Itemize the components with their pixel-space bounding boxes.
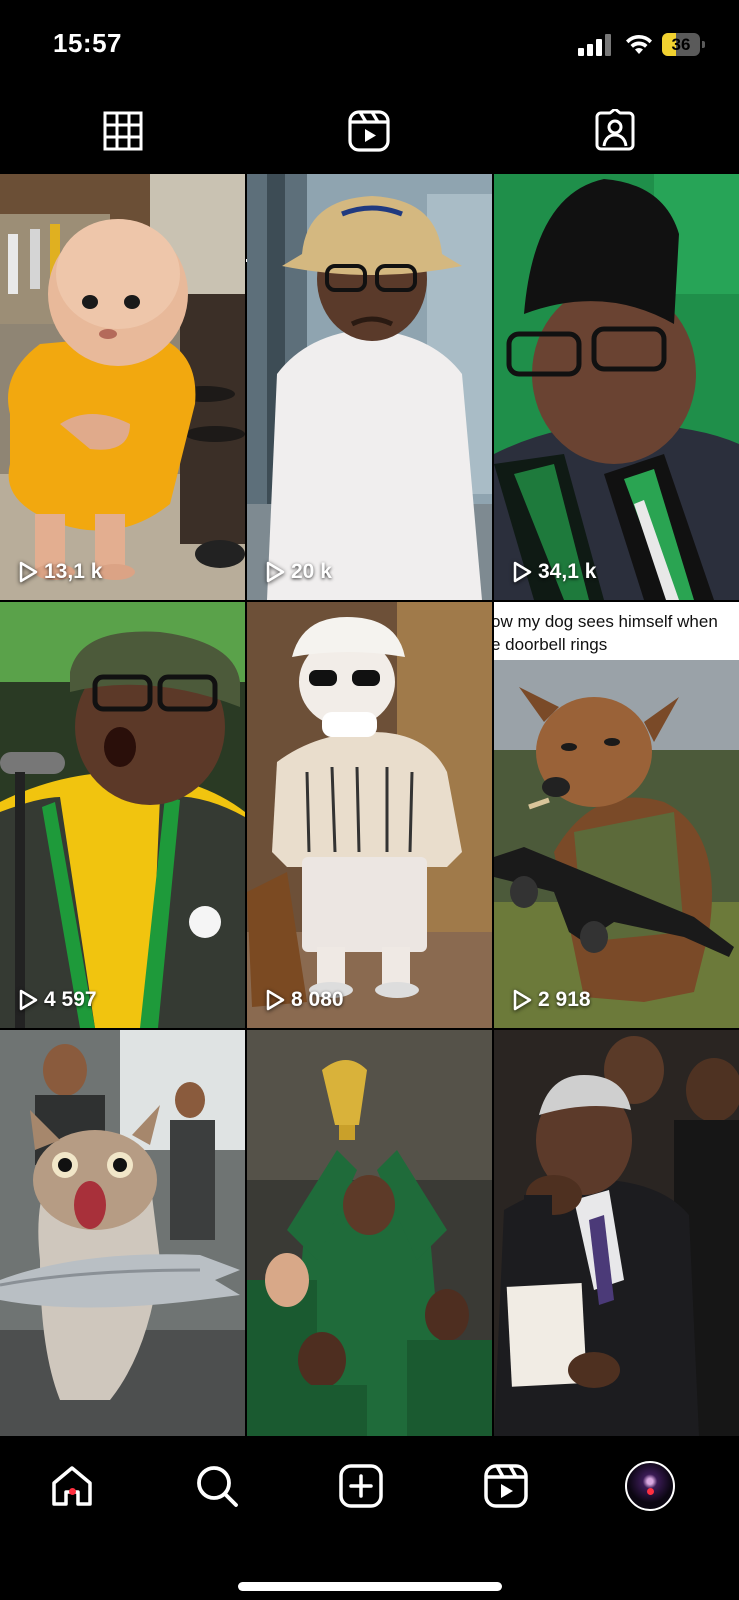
reel-image [494,1030,739,1436]
view-count-text: 4 597 [44,988,97,1011]
reel-image [247,602,492,1028]
reel-image [0,174,245,600]
view-count: 20 k [265,560,332,584]
wifi-icon [626,34,652,54]
grid-icon [103,111,143,151]
play-icon [266,989,285,1011]
view-count-text: 8 080 [291,988,344,1011]
view-count-text: 20 k [291,560,332,583]
play-icon [513,561,532,583]
reels-grid: 13,1 k 20 k 34,1 k 4 597 8 080 ow my dog… [0,174,739,1436]
view-count-text: 2 918 [538,988,591,1011]
nav-home[interactable] [42,1456,102,1516]
reel-image [494,174,739,600]
view-count: 13,1 k [18,560,102,584]
view-count: 8 080 [265,988,344,1012]
nav-search[interactable] [187,1456,247,1516]
reel-thumbnail[interactable]: ow my dog sees himself when e doorbell r… [494,602,739,1028]
notification-dot [69,1488,76,1495]
play-icon [19,561,38,583]
reel-thumbnail[interactable]: 8 080 [247,602,492,1028]
reel-thumbnail[interactable]: 20 k [247,174,492,600]
reel-image [0,1030,245,1436]
tab-tagged[interactable] [492,92,738,170]
reel-thumbnail[interactable] [494,1030,739,1436]
reel-thumbnail[interactable]: 13,1 k [0,174,245,600]
reels-icon [348,110,390,152]
search-icon [197,1466,238,1507]
notification-dot [647,1488,654,1495]
nav-reels[interactable] [476,1456,536,1516]
reels-icon [484,1464,528,1508]
nav-create[interactable] [331,1456,391,1516]
view-count-text: 13,1 k [44,560,103,583]
view-count: 34,1 k [512,560,596,584]
reel-image [247,1030,492,1436]
play-icon [266,561,285,583]
tagged-person-icon [595,109,635,151]
tab-reels[interactable] [246,92,492,170]
reel-thumbnail[interactable]: 4 597 [0,602,245,1028]
reel-thumbnail[interactable] [0,1030,245,1456]
tab-posts[interactable] [0,92,246,170]
battery-indicator: 36 [662,33,706,56]
view-count: 4 597 [18,988,97,1012]
status-bar: 15:57 36 [0,0,739,92]
home-indicator [238,1582,502,1591]
play-icon [19,989,38,1011]
status-time: 15:57 [53,28,122,58]
reel-image [247,174,492,600]
caption-line: e doorbell rings [494,635,608,654]
reel-caption-overlay: ow my dog sees himself when e doorbell r… [494,602,739,660]
reel-image [0,602,245,1028]
home-icon [52,1466,92,1506]
reel-thumbnail[interactable]: 34,1 k [494,174,739,600]
reel-image [494,602,739,1028]
view-count: 2 918 [512,988,591,1012]
cellular-signal-icon [578,34,614,56]
caption-line: ow my dog sees himself when [494,612,718,631]
play-icon [513,989,532,1011]
reel-thumbnail[interactable] [247,1030,492,1436]
view-count-text: 34,1 k [538,560,597,583]
battery-percent: 36 [671,35,691,54]
bottom-navigation [0,1436,739,1600]
nav-profile[interactable] [620,1456,680,1516]
profile-avatar [625,1461,675,1511]
profile-tab-bar [0,92,739,262]
plus-square-icon [339,1464,383,1508]
